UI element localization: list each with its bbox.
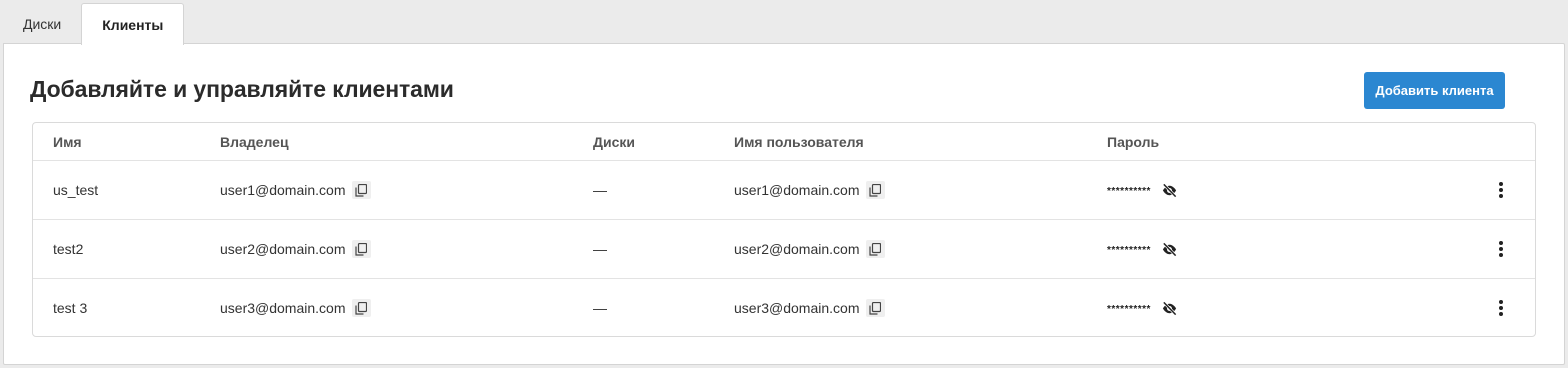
client-name: test2 [53, 241, 84, 257]
column-header-username: Имя пользователя [734, 133, 864, 150]
owner-email: user2@domain.com [220, 241, 346, 257]
row-menu-cell [1493, 220, 1509, 278]
username-value: user1@domain.com [734, 182, 860, 198]
password-mask: ********** [1107, 185, 1151, 197]
copy-icon[interactable] [351, 299, 371, 317]
add-client-button[interactable]: Добавить клиента [1364, 72, 1505, 109]
copy-icon[interactable] [865, 299, 885, 317]
disks-cell: — [593, 279, 607, 336]
password-mask: ********** [1107, 244, 1151, 256]
username-cell: user1@domain.com [734, 161, 885, 219]
tab-disks[interactable]: Диски [3, 3, 81, 44]
column-header-owner: Владелец [220, 133, 289, 150]
owner-cell: user1@domain.com [220, 161, 371, 219]
row-menu-cell [1493, 161, 1509, 219]
more-vertical-icon[interactable] [1493, 180, 1509, 200]
owner-cell: user2@domain.com [220, 220, 371, 278]
table-row: us_test user1@domain.com — user1@domain.… [33, 160, 1535, 219]
password-cell: ********** [1107, 161, 1179, 219]
owner-cell: user3@domain.com [220, 279, 371, 336]
column-header-disks: Диски [593, 133, 635, 150]
copy-icon[interactable] [865, 181, 885, 199]
username-cell: user2@domain.com [734, 220, 885, 278]
copy-icon[interactable] [865, 240, 885, 258]
password-cell: ********** [1107, 220, 1179, 278]
clients-panel: Добавляйте и управляйте клиентами Добави… [3, 43, 1565, 365]
username-value: user3@domain.com [734, 300, 860, 316]
table-row: test 3 user3@domain.com — user3@domain.c… [33, 278, 1535, 336]
disks-cell: — [593, 161, 607, 219]
password-mask: ********** [1107, 303, 1151, 315]
more-vertical-icon[interactable] [1493, 239, 1509, 259]
client-name: test 3 [53, 300, 88, 316]
row-menu-cell [1493, 279, 1509, 336]
tab-bar: Диски Клиенты [0, 0, 1568, 45]
column-header-name: Имя [53, 133, 82, 150]
table-row: test2 user2@domain.com — user2@domain.co… [33, 219, 1535, 278]
page-title: Добавляйте и управляйте клиентами [30, 76, 454, 102]
more-vertical-icon[interactable] [1493, 298, 1509, 318]
password-cell: ********** [1107, 279, 1179, 336]
copy-icon[interactable] [351, 240, 371, 258]
owner-email: user3@domain.com [220, 300, 346, 316]
disks-value: — [593, 182, 607, 198]
disks-cell: — [593, 220, 607, 278]
disks-value: — [593, 300, 607, 316]
client-name: us_test [53, 182, 99, 198]
disks-value: — [593, 241, 607, 257]
eye-off-icon[interactable] [1161, 181, 1179, 199]
tab-clients[interactable]: Клиенты [81, 3, 185, 45]
clients-table: Имя Владелец Диски Имя пользователя Паро… [32, 122, 1536, 337]
column-header-password: Пароль [1107, 133, 1160, 150]
username-value: user2@domain.com [734, 241, 860, 257]
owner-email: user1@domain.com [220, 182, 346, 198]
username-cell: user3@domain.com [734, 279, 885, 336]
eye-off-icon[interactable] [1161, 240, 1179, 258]
table-header: Имя Владелец Диски Имя пользователя Паро… [33, 123, 1535, 160]
copy-icon[interactable] [351, 181, 371, 199]
eye-off-icon[interactable] [1161, 299, 1179, 317]
